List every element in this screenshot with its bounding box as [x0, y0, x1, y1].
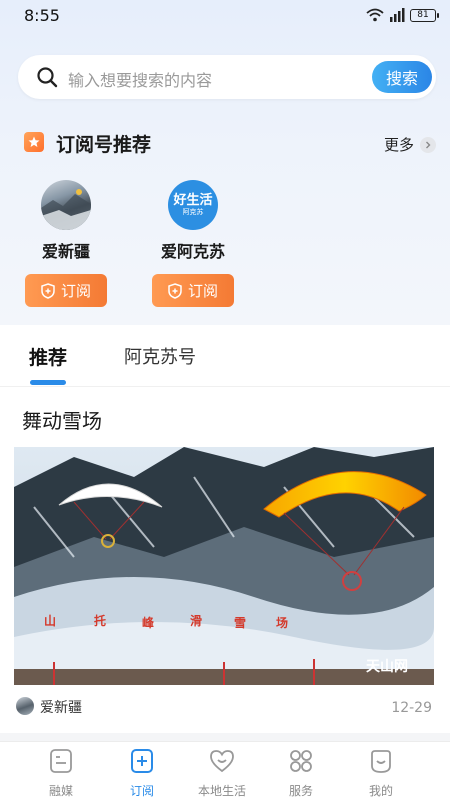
account-card[interactable]: 好生活 阿克苏 爱阿克苏 订阅 — [148, 180, 238, 307]
nav-label: 本地生活 — [197, 784, 246, 798]
account-name: 爱新疆 — [41, 242, 90, 261]
heart-smile-icon — [210, 750, 234, 773]
status-bar: 8:55 81 — [0, 0, 450, 32]
search-input[interactable]: 输入想要搜索的内容 搜索 — [18, 55, 436, 99]
account-card[interactable]: 爱新疆 订阅 — [21, 180, 111, 307]
article-title[interactable]: 舞动雪场 — [22, 405, 102, 434]
subscription-section-header: 订阅号推荐 更多 — [24, 128, 436, 158]
nav-item-services[interactable]: 服务 — [261, 748, 341, 799]
status-icons: 81 — [366, 8, 439, 22]
source-avatar — [16, 697, 34, 715]
article-image[interactable]: 山 托 峰 滑 雪 场 天山网 — [14, 447, 434, 685]
shield-plus-icon — [41, 282, 55, 299]
subscribe-plus-icon — [131, 749, 153, 773]
star-icon — [24, 132, 44, 152]
sign-char-1: 托 — [94, 613, 106, 628]
shield-plus-icon — [168, 282, 182, 299]
chevron-right-icon — [420, 136, 436, 153]
sign-char-5: 场 — [276, 616, 288, 630]
tab-recommend[interactable]: 推荐 — [29, 343, 67, 370]
tab-aksu[interactable]: 阿克苏号 — [124, 343, 196, 369]
more-link[interactable]: 更多 — [384, 134, 436, 155]
search-button[interactable]: 搜索 — [372, 61, 432, 93]
watermark: 天山网 — [366, 659, 408, 675]
status-time: 8:55 — [24, 6, 60, 25]
subscribe-label: 订阅 — [187, 282, 218, 300]
content-tabs: 推荐 阿克苏号 — [0, 325, 450, 387]
search-icon — [37, 67, 58, 88]
subscribe-button[interactable]: 订阅 — [152, 274, 234, 307]
more-label: 更多 — [383, 136, 414, 154]
nav-item-subscribe[interactable]: 订阅 — [102, 748, 182, 799]
article-date: 12-29 — [391, 700, 432, 716]
media-icon — [50, 749, 72, 773]
search-placeholder: 输入想要搜索的内容 — [68, 71, 213, 90]
nav-label: 融媒 — [48, 784, 73, 798]
account-avatar[interactable]: 好生活 阿克苏 — [168, 180, 218, 230]
wifi-icon — [366, 8, 384, 22]
services-grid-icon — [290, 750, 312, 772]
battery-icon: 81 — [410, 8, 439, 22]
account-name: 爱阿克苏 — [160, 242, 225, 261]
avatar-logo-text: 好生活 — [173, 192, 213, 208]
active-tab-indicator — [30, 380, 66, 385]
nav-item-local-life[interactable]: 本地生活 — [182, 748, 262, 799]
sign-char-3: 滑 — [190, 613, 202, 628]
subscribe-label: 订阅 — [60, 282, 91, 300]
nav-item-media[interactable]: 融媒 — [21, 748, 101, 799]
signal-icon — [390, 8, 405, 22]
article-meta: 爱新疆 12-29 — [16, 696, 434, 718]
bottom-nav: 融媒 订阅 本地生活 服务 我的 — [0, 741, 450, 800]
account-avatar[interactable] — [41, 180, 91, 230]
profile-smile-icon — [371, 750, 391, 773]
avatar-logo-subtext: 阿克苏 — [182, 207, 204, 216]
nav-label: 我的 — [368, 784, 393, 798]
section-divider — [0, 733, 450, 741]
article-source[interactable]: 爱新疆 — [40, 697, 82, 717]
subscribe-button[interactable]: 订阅 — [25, 274, 107, 307]
nav-item-mine[interactable]: 我的 — [341, 748, 421, 799]
section-title: 订阅号推荐 — [56, 134, 152, 156]
nav-label: 服务 — [288, 784, 313, 798]
nav-label: 订阅 — [129, 784, 154, 798]
sign-char-0: 山 — [44, 613, 56, 628]
sign-char-2: 峰 — [142, 615, 155, 630]
sign-char-4: 雪 — [234, 616, 246, 630]
